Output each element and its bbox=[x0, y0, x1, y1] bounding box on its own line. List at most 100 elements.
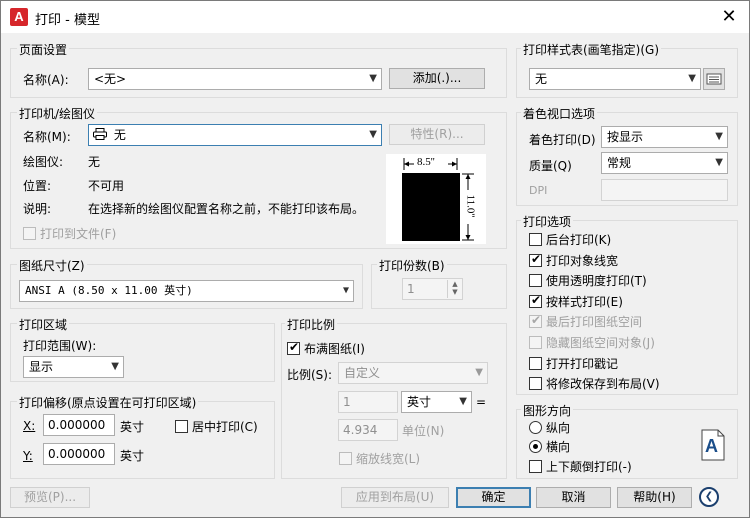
plot-option-checkbox[interactable]: 使用透明度打印(T) bbox=[529, 272, 647, 289]
printer-name-value: 无 bbox=[113, 128, 126, 142]
copies-spinner[interactable]: ▲ ▼ bbox=[447, 280, 462, 298]
shade-plot-combo[interactable]: 按显示 ▼ bbox=[601, 126, 728, 148]
plot-option-label: 最后打印图纸空间 bbox=[546, 315, 643, 329]
plot-option-checkbox[interactable]: 将修改保存到布局(V) bbox=[529, 375, 660, 392]
scale-value2: 4.934 bbox=[343, 423, 378, 437]
location-label: 位置: bbox=[23, 179, 52, 193]
center-plot-label: 居中打印(C) bbox=[192, 420, 258, 434]
scale-lineweights-label: 缩放线宽(L) bbox=[356, 452, 421, 466]
chevron-down-icon: ▼ bbox=[688, 73, 696, 84]
page-setup-name-label: 名称(A): bbox=[23, 73, 69, 87]
scale-unit-label: 单位(N) bbox=[402, 424, 445, 438]
copies-value: 1 bbox=[407, 282, 415, 296]
orientation-letter: A bbox=[705, 436, 718, 456]
copies-title: 打印份数(B) bbox=[377, 257, 447, 274]
scale-label: 比例(S): bbox=[287, 368, 333, 382]
plot-offset-title: 打印偏移(原点设置在可打印区域) bbox=[17, 394, 199, 411]
paper-size-title: 图纸尺寸(Z) bbox=[17, 257, 87, 274]
title-bar: A 打印 - 模型 ✕ bbox=[1, 1, 749, 33]
quality-combo[interactable]: 常规 ▼ bbox=[601, 152, 728, 174]
plot-options-title: 打印选项 bbox=[521, 213, 574, 230]
collapse-button[interactable]: ❮ bbox=[699, 487, 719, 507]
center-plot-checkbox[interactable]: 居中打印(C) bbox=[175, 418, 258, 435]
scale-combo[interactable]: 自定义 ▼ bbox=[338, 362, 488, 384]
check-icon: ✔ bbox=[531, 252, 542, 266]
printer-name-label: 名称(M): bbox=[23, 130, 71, 144]
plot-option-label: 隐藏图纸空间对象(J) bbox=[546, 336, 655, 350]
ok-button[interactable]: 确定 bbox=[456, 487, 531, 508]
plot-offset-group bbox=[10, 401, 275, 479]
printer-name-combo[interactable]: 无 ▼ bbox=[88, 124, 382, 146]
add-page-setup-button[interactable]: 添加(.)... bbox=[389, 68, 485, 89]
chevron-down-icon: ▼ bbox=[111, 361, 119, 372]
plotter-value: 无 bbox=[88, 155, 101, 169]
cancel-button[interactable]: 取消 bbox=[536, 487, 611, 508]
chevron-down-icon: ▼ bbox=[369, 73, 377, 84]
offset-y-field[interactable]: 0.000000 bbox=[43, 443, 115, 465]
plot-range-value: 显示 bbox=[29, 360, 54, 374]
paper-preview: 8.5'' 11.0'' bbox=[386, 154, 486, 244]
printer-title: 打印机/绘图仪 bbox=[17, 105, 98, 122]
print-dialog: A 打印 - 模型 ✕ 页面设置 名称(A): <无> ▼ 添加(.)... 打… bbox=[0, 0, 750, 518]
landscape-page-icon: A bbox=[701, 429, 725, 461]
scale-value1-field[interactable]: 1 bbox=[338, 391, 398, 413]
apply-to-layout-button[interactable]: 应用到布局(U) bbox=[341, 487, 449, 508]
plot-option-checkbox[interactable]: ✔ 最后打印图纸空间 bbox=[529, 313, 642, 330]
offset-x-field[interactable]: 0.000000 bbox=[43, 414, 115, 436]
close-icon[interactable]: ✕ bbox=[717, 5, 741, 29]
plot-option-checkbox[interactable]: 隐藏图纸空间对象(J) bbox=[529, 334, 655, 351]
plotter-label: 绘图仪: bbox=[23, 155, 64, 169]
chevron-down-icon: ▼ bbox=[369, 129, 377, 140]
plot-scale-title: 打印比例 bbox=[285, 316, 338, 333]
plot-option-checkbox[interactable]: ✔ 打印对象线宽 bbox=[529, 252, 618, 269]
page-setup-name-combo[interactable]: <无> ▼ bbox=[88, 68, 382, 90]
dpi-label: DPI bbox=[529, 184, 548, 197]
scale-value2-field[interactable]: 4.934 bbox=[338, 419, 398, 441]
location-value: 不可用 bbox=[88, 179, 125, 193]
paper-size-value: ANSI A (8.50 x 11.00 英寸) bbox=[25, 284, 193, 297]
properties-button[interactable]: 特性(R)... bbox=[389, 124, 485, 145]
plot-style-combo[interactable]: 无 ▼ bbox=[529, 68, 701, 90]
check-icon: ✔ bbox=[531, 313, 542, 327]
shade-plot-value: 按显示 bbox=[607, 130, 644, 144]
plot-option-label: 打印对象线宽 bbox=[546, 254, 619, 268]
upside-down-checkbox[interactable]: 上下颠倒打印(-) bbox=[529, 458, 632, 475]
edit-plot-style-button[interactable] bbox=[703, 68, 725, 90]
plot-option-label: 后台打印(K) bbox=[546, 233, 612, 247]
plot-option-checkbox[interactable]: 打开打印戳记 bbox=[529, 355, 618, 372]
offset-x-value: 0.000000 bbox=[48, 418, 106, 432]
page-setup-title: 页面设置 bbox=[17, 41, 70, 58]
chevron-down-icon: ▼ bbox=[342, 285, 349, 296]
paper-size-combo[interactable]: ANSI A (8.50 x 11.00 英寸) ▼ bbox=[19, 280, 354, 302]
scale-lineweights-checkbox[interactable]: 缩放线宽(L) bbox=[339, 450, 420, 467]
chevron-down-icon: ▼ bbox=[475, 367, 483, 378]
shaded-viewport-title: 着色视口选项 bbox=[521, 105, 598, 122]
fit-to-paper-label: 布满图纸(I) bbox=[304, 342, 365, 356]
scale-unit-combo[interactable]: 英寸 ▼ bbox=[401, 391, 472, 413]
portrait-radio[interactable]: 纵向 bbox=[529, 419, 570, 436]
plot-option-checkbox[interactable]: ✔ 按样式打印(E) bbox=[529, 293, 623, 310]
preview-button[interactable]: 预览(P)... bbox=[10, 487, 90, 508]
scale-value: 自定义 bbox=[344, 366, 381, 380]
scale-value1: 1 bbox=[343, 395, 351, 409]
print-to-file-label: 打印到文件(F) bbox=[40, 227, 117, 241]
quality-label: 质量(Q) bbox=[529, 159, 572, 173]
dpi-field[interactable] bbox=[601, 179, 728, 201]
fit-to-paper-checkbox[interactable]: ✔ 布满图纸(I) bbox=[287, 340, 365, 357]
help-button[interactable]: 帮助(H) bbox=[617, 487, 692, 508]
page-setup-name-value: <无> bbox=[94, 72, 127, 86]
description-label: 说明: bbox=[23, 202, 52, 216]
plot-option-checkbox[interactable]: 后台打印(K) bbox=[529, 231, 611, 248]
offset-x-unit: 英寸 bbox=[120, 420, 145, 434]
plot-range-combo[interactable]: 显示 ▼ bbox=[23, 356, 124, 378]
autocad-logo-icon: A bbox=[10, 8, 28, 26]
preview-height-label: 11.0'' bbox=[464, 194, 477, 218]
plot-option-label: 使用透明度打印(T) bbox=[546, 274, 647, 288]
quality-value: 常规 bbox=[607, 156, 632, 170]
window-title: 打印 - 模型 bbox=[35, 13, 100, 28]
landscape-radio[interactable]: 横向 bbox=[529, 438, 570, 455]
printer-icon bbox=[93, 125, 107, 145]
description-value: 在选择新的绘图仪配置名称之前，不能打印该布局。 bbox=[88, 202, 365, 216]
print-to-file-checkbox[interactable]: 打印到文件(F) bbox=[23, 225, 116, 242]
scale-unit-value: 英寸 bbox=[407, 395, 432, 409]
